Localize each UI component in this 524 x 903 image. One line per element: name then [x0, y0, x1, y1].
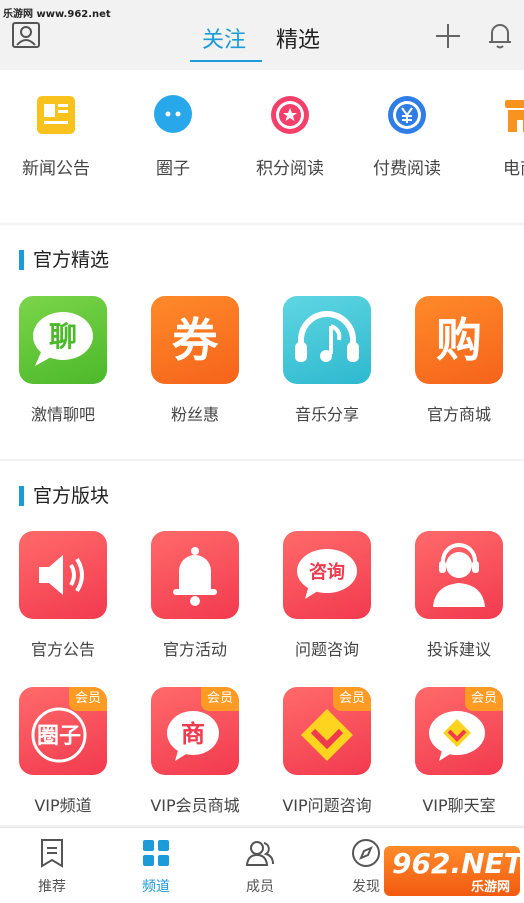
- support-agent-icon: [433, 543, 485, 607]
- bubble-text: 咨询: [309, 561, 345, 583]
- quick-link-label: 圈子: [156, 159, 190, 179]
- official-sections-section: 官方版块 官方公告 官方活动 咨询 问题咨询 投诉建议 圈子 会员 VIP频道 …: [0, 461, 524, 825]
- quick-links-row: 新闻公告 圈子 积分阅读 付费阅读 电: [0, 70, 524, 223]
- chat-bubble-icon: 聊: [33, 312, 93, 366]
- bell-icon: [173, 547, 217, 606]
- shop-icon: [505, 100, 524, 132]
- speaker-icon: [39, 555, 84, 595]
- tab-follow[interactable]: 关注: [202, 22, 246, 54]
- tile-fan-deals[interactable]: 券 粉丝惠: [129, 296, 261, 425]
- nav-channel[interactable]: 频道: [104, 838, 208, 896]
- tile-glyph: 商: [181, 720, 205, 748]
- tile-vip-chatroom[interactable]: 会员 VIP聊天室: [393, 687, 524, 816]
- quick-link-label: 付费阅读: [373, 159, 441, 179]
- section-title: 官方精选: [19, 249, 109, 271]
- official-picks-section: 官方精选 聊 激情聊吧 券 粉丝惠 音乐分享 购 官方商城: [0, 225, 524, 459]
- quick-link-label: 积分阅读: [256, 159, 324, 179]
- tile-official-announcement[interactable]: 官方公告: [0, 531, 129, 660]
- watermark-bottom: 962.NET 乐游网: [384, 846, 523, 896]
- nav-label: 推荐: [38, 879, 66, 895]
- vip-tag: 会员: [69, 687, 107, 711]
- tile-vip-channel[interactable]: 圈子 会员 VIP频道: [0, 687, 129, 816]
- yen-coin-icon: [388, 96, 426, 134]
- tile-glyph: 券: [172, 313, 219, 367]
- tile-label: 官方商城: [426, 405, 491, 424]
- profile-icon[interactable]: [12, 22, 40, 48]
- vip-tag: 会员: [465, 687, 503, 711]
- coupon-icon: 券: [172, 313, 219, 367]
- tile-label: 音乐分享: [294, 405, 359, 424]
- nav-members[interactable]: 成员: [208, 838, 312, 896]
- quick-link-label: 电商: [503, 159, 524, 179]
- bell-icon[interactable]: [486, 20, 514, 50]
- nav-label: 频道: [142, 879, 170, 895]
- vip-tag: 会员: [333, 687, 371, 711]
- grid-icon: [143, 840, 169, 866]
- tile-label: VIP频道: [34, 796, 92, 815]
- tile-official-activity[interactable]: 官方活动: [129, 531, 261, 660]
- tile-glyph: 圈子: [37, 724, 81, 749]
- tile-vip-mall[interactable]: 商 会员 VIP会员商城: [129, 687, 261, 816]
- watermark-bottom-main: 962.NET: [392, 847, 523, 880]
- quick-link-points-reading[interactable]: 积分阅读: [235, 94, 345, 179]
- members-icon: [245, 841, 274, 866]
- quick-link-news[interactable]: 新闻公告: [1, 94, 111, 179]
- tile-label: 投诉建议: [426, 640, 491, 659]
- tile-label: 问题咨询: [294, 640, 359, 659]
- tile-label: VIP聊天室: [422, 796, 496, 815]
- tile-inquiry[interactable]: 咨询 问题咨询: [261, 531, 393, 660]
- vip-tag: 会员: [201, 687, 239, 711]
- nav-recommend[interactable]: 推荐: [0, 838, 104, 896]
- tile-label: VIP会员商城: [150, 796, 240, 815]
- tab-featured[interactable]: 精选: [276, 22, 320, 54]
- tile-glyph: 聊: [49, 320, 77, 353]
- watermark-top: 乐游网 www.962.net: [3, 9, 111, 20]
- shopping-icon: 购: [436, 313, 482, 367]
- tile-vip-inquiry[interactable]: 会员 VIP问题咨询: [261, 687, 393, 816]
- tile-label: 粉丝惠: [170, 405, 219, 424]
- tile-complaint[interactable]: 投诉建议: [393, 531, 524, 660]
- quick-link-label: 新闻公告: [22, 159, 90, 179]
- tile-label: 激情聊吧: [30, 405, 95, 424]
- tile-label: 官方活动: [162, 640, 227, 659]
- tile-glyph: 购: [436, 313, 482, 367]
- quick-link-circle[interactable]: 圈子: [118, 94, 228, 179]
- star-badge-icon: [271, 96, 309, 134]
- tile-chat-bar[interactable]: 聊 激情聊吧: [0, 296, 129, 425]
- tile-label: 官方公告: [30, 640, 95, 659]
- consult-bubble-icon: 咨询: [297, 549, 357, 599]
- news-icon: [37, 96, 75, 134]
- watermark-bottom-sub: 乐游网: [470, 880, 510, 895]
- bookmark-icon: [41, 839, 63, 868]
- headphones-music-icon: [295, 311, 359, 362]
- plus-icon[interactable]: [434, 22, 462, 50]
- tile-label: VIP问题咨询: [282, 796, 372, 815]
- nav-label: 成员: [246, 879, 274, 895]
- compass-icon: [352, 839, 380, 867]
- quick-link-ecommerce[interactable]: 电商: [465, 94, 524, 179]
- active-tab-indicator: [190, 60, 262, 62]
- section-title: 官方版块: [19, 485, 109, 507]
- tile-music-share[interactable]: 音乐分享: [261, 296, 393, 425]
- chat-bubble-icon: [154, 95, 192, 133]
- tile-official-mall[interactable]: 购 官方商城: [393, 296, 524, 425]
- quick-link-paid-reading[interactable]: 付费阅读: [352, 94, 462, 179]
